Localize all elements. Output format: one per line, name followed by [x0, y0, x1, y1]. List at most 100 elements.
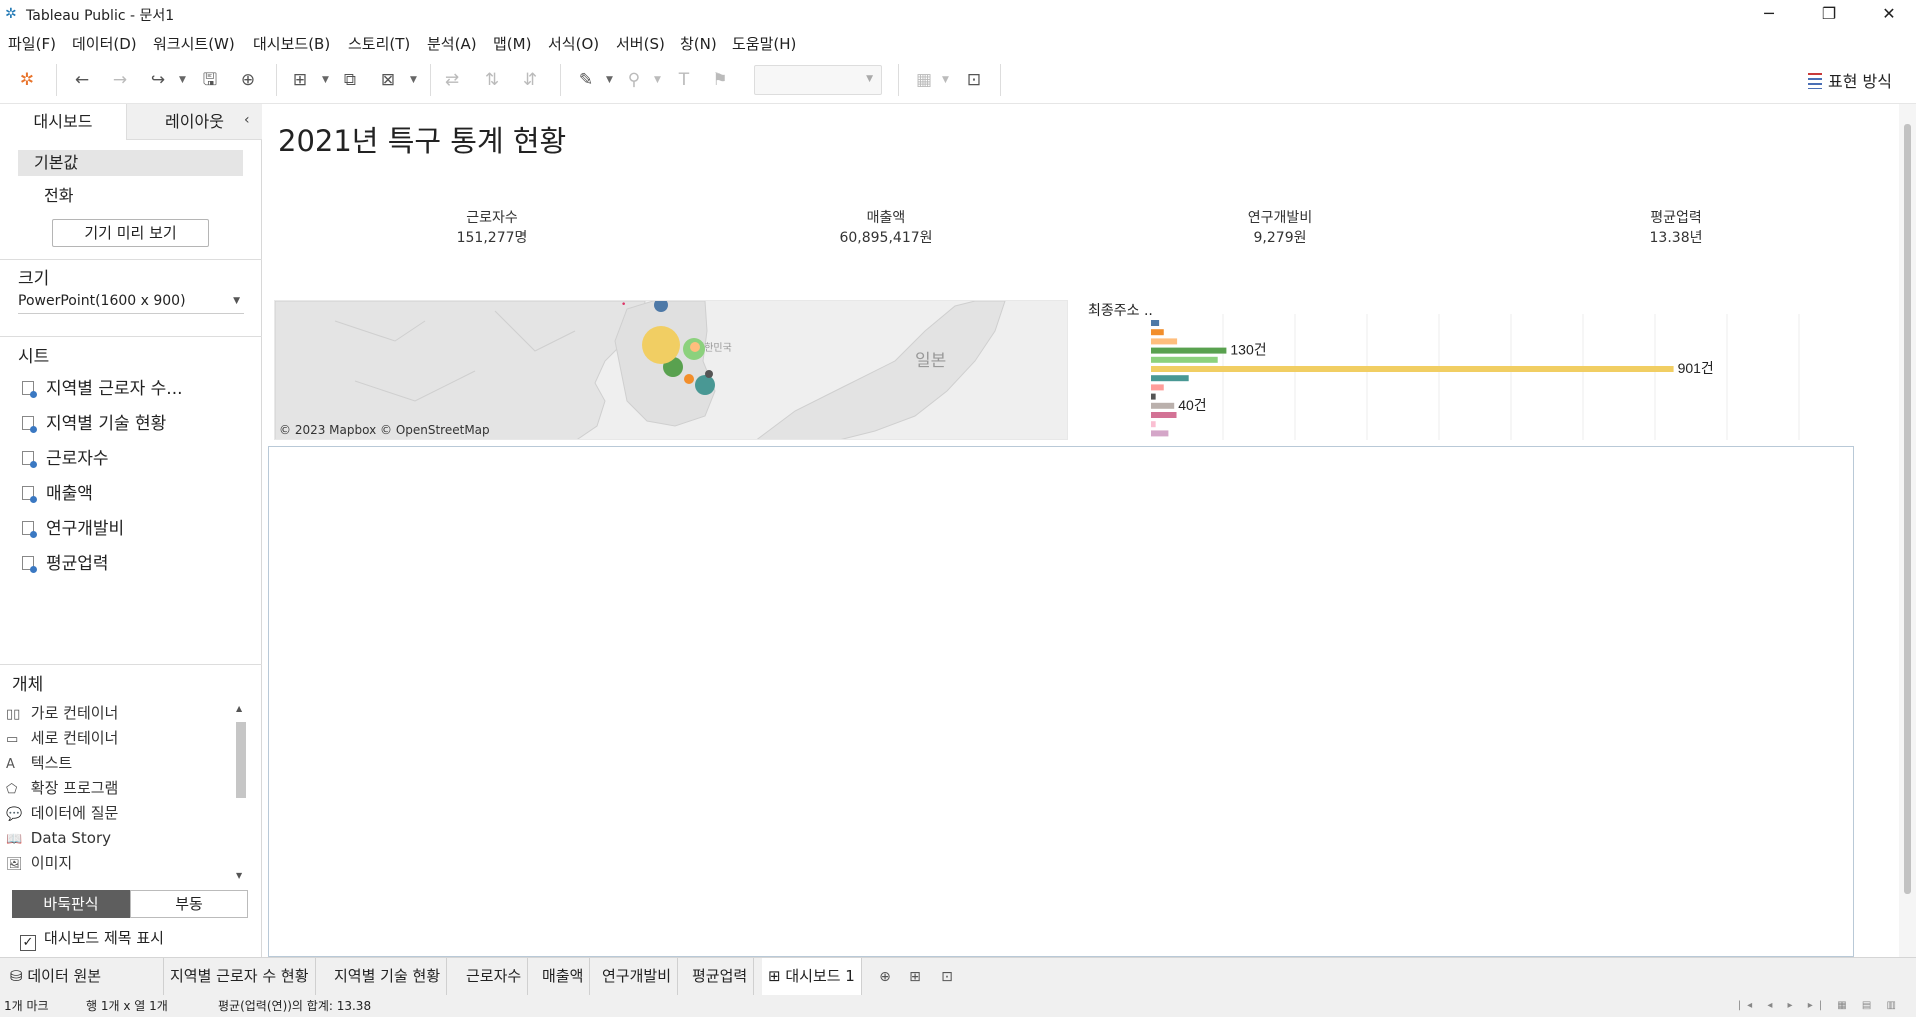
sheet-item[interactable]: 연구개발비 [22, 516, 124, 542]
tab-sheet[interactable]: 매출액 [536, 958, 591, 996]
highlight-icon[interactable]: ✎ [574, 68, 598, 92]
sort-descending-icon[interactable]: ⇵ [518, 68, 542, 92]
scroll-thumb[interactable] [1904, 124, 1911, 894]
show-labels-icon[interactable]: T [672, 68, 696, 92]
tableau-home-icon[interactable]: ✲ [15, 68, 39, 92]
collapse-panel-icon[interactable]: ‹ [244, 112, 250, 128]
object-horizontal-container[interactable]: ▯▯ 가로 컨테이너 [6, 702, 118, 724]
map-bubble[interactable] [684, 374, 694, 384]
replay-dropdown-icon[interactable]: ▼ [179, 68, 186, 92]
object-vertical-container[interactable]: ▭ 세로 컨테이너 [6, 727, 118, 749]
tab-sheet[interactable]: 근로자수 [460, 958, 529, 996]
menu-format[interactable]: 서식(O) [548, 33, 599, 54]
objects-scrollbar[interactable]: ▲ ▼ [234, 704, 248, 880]
object-extension[interactable]: ⬠ 확장 프로그램 [6, 777, 118, 799]
new-worksheet-tab-icon[interactable]: ⊕ [874, 966, 896, 988]
floating-button[interactable]: 부동 [130, 890, 248, 918]
new-dashboard-tab-icon[interactable]: ⊞ [904, 966, 926, 988]
new-data-source-icon[interactable]: ⊕ [236, 68, 260, 92]
bar[interactable] [1151, 412, 1177, 418]
minimize-button[interactable]: ─ [1746, 2, 1792, 26]
sheet-item[interactable]: 매출액 [22, 481, 93, 507]
sheet-item[interactable]: 평균업력 [22, 551, 109, 577]
bar[interactable] [1151, 402, 1175, 409]
map-bubble[interactable] [695, 375, 715, 395]
menu-map[interactable]: 맵(M) [493, 33, 531, 54]
kpi-rnd[interactable]: 연구개발비 9,279원 [1160, 208, 1400, 248]
device-default[interactable]: 기본값 [18, 150, 243, 176]
tab-dashboard[interactable]: 대시보드 [0, 104, 126, 140]
tab-sheet[interactable]: 지역별 근로자 수 현황 [164, 958, 316, 996]
tiled-button[interactable]: 바둑판식 [12, 890, 130, 918]
menu-analysis[interactable]: 분석(A) [427, 33, 477, 54]
size-select[interactable]: PowerPoint(1600 x 900) ▼ [18, 290, 244, 314]
new-story-tab-icon[interactable]: ⊡ [936, 966, 958, 988]
region-bar-chart[interactable]: 최종주소 .. 130건 901건 40건 [1076, 300, 1846, 440]
map-bubble[interactable] [642, 326, 680, 364]
restore-button[interactable]: ❐ [1806, 2, 1852, 26]
scroll-down-icon[interactable]: ▼ [236, 871, 242, 880]
bar[interactable] [1151, 375, 1189, 382]
menu-window[interactable]: 창(N) [680, 33, 717, 54]
menu-story[interactable]: 스토리(T) [348, 33, 410, 54]
dashboard-title[interactable]: 2021년 특구 통계 현황 [278, 118, 566, 160]
pin-icon[interactable]: ⚑ [708, 68, 732, 92]
scroll-up-icon[interactable]: ▲ [236, 704, 242, 713]
swap-rows-columns-icon[interactable]: ⇄ [440, 68, 464, 92]
close-button[interactable]: ✕ [1866, 2, 1912, 26]
map-credit[interactable]: © 2023 Mapbox © OpenStreetMap [279, 423, 490, 437]
highlight-dropdown-icon[interactable]: ▼ [606, 68, 613, 92]
device-phone[interactable]: 전화 [44, 182, 73, 206]
bar[interactable] [1151, 430, 1169, 437]
region-map[interactable]: • 일본 대한민국 © 2023 Mapbox © OpenStreetMap [274, 300, 1068, 440]
tab-sheet[interactable]: 평균업력 [686, 958, 755, 996]
map-bubble[interactable] [705, 370, 713, 378]
bar[interactable] [1151, 338, 1178, 345]
menu-worksheet[interactable]: 워크시트(W) [153, 33, 235, 54]
clear-dropdown-icon[interactable]: ▼ [410, 68, 417, 92]
fit-select[interactable]: ▼ [754, 65, 882, 95]
undo-icon[interactable]: ← [70, 68, 94, 92]
show-me-button[interactable]: 표현 방식 [1808, 68, 1892, 92]
menu-server[interactable]: 서버(S) [616, 33, 665, 54]
new-worksheet-icon[interactable]: ⊞ [288, 68, 312, 92]
group-icon[interactable]: ⚲ [622, 68, 646, 92]
tab-sheet[interactable]: 연구개발비 [596, 958, 679, 996]
sheet-item[interactable]: 지역별 근로자 수... [22, 376, 183, 402]
show-cards-dropdown-icon[interactable]: ▼ [942, 68, 949, 92]
kpi-sales[interactable]: 매출액 60,895,417원 [766, 208, 1006, 248]
bar[interactable] [1151, 320, 1160, 326]
bar[interactable] [1151, 329, 1164, 336]
object-image[interactable]: 🖼 이미지 [6, 852, 72, 874]
device-preview-button[interactable]: 기기 미리 보기 [52, 219, 209, 247]
tab-sheet[interactable]: 지역별 기술 현황 [328, 958, 448, 996]
bar[interactable] [1151, 384, 1164, 391]
redo-icon[interactable]: → [108, 68, 132, 92]
map-bubble[interactable] [690, 342, 700, 352]
object-ask-data[interactable]: 💬 데이터에 질문 [6, 802, 118, 824]
sheet-navigation-icons[interactable]: |◂ ◂ ▸ ▸| ▦ ▤ ▥ [1738, 995, 1902, 1017]
sort-ascending-icon[interactable]: ⇅ [480, 68, 504, 92]
tab-layout[interactable]: 레이아웃 [126, 104, 262, 140]
object-text[interactable]: A 텍스트 [6, 752, 72, 774]
replay-icon[interactable]: ↪ [146, 68, 170, 92]
scroll-thumb[interactable] [236, 722, 246, 798]
presentation-mode-icon[interactable]: ⊡ [962, 68, 986, 92]
bar[interactable] [1151, 347, 1227, 354]
menu-data[interactable]: 데이터(D) [72, 33, 137, 54]
menu-file[interactable]: 파일(F) [8, 33, 56, 54]
dashboard-scrollbar[interactable] [1899, 104, 1916, 957]
show-dashboard-title-checkbox[interactable]: ✓ 대시보드 제목 표시 [20, 928, 164, 951]
sheet-item[interactable]: 근로자수 [22, 446, 109, 472]
bar[interactable] [1151, 393, 1156, 400]
object-data-story[interactable]: 📖 Data Story [6, 827, 111, 849]
tab-data-source[interactable]: ⛁ 데이터 원본 [0, 958, 164, 996]
menu-dashboard[interactable]: 대시보드(B) [253, 33, 330, 54]
bar[interactable] [1151, 421, 1156, 428]
save-icon[interactable]: 🖫 [198, 68, 222, 92]
bar[interactable] [1151, 366, 1674, 372]
group-dropdown-icon[interactable]: ▼ [654, 68, 661, 92]
tab-dashboard-1[interactable]: ⊞ 대시보드 1 [762, 958, 862, 996]
sheet-item[interactable]: 지역별 기술 현황 [22, 411, 166, 437]
selected-container[interactable] [268, 446, 1854, 957]
